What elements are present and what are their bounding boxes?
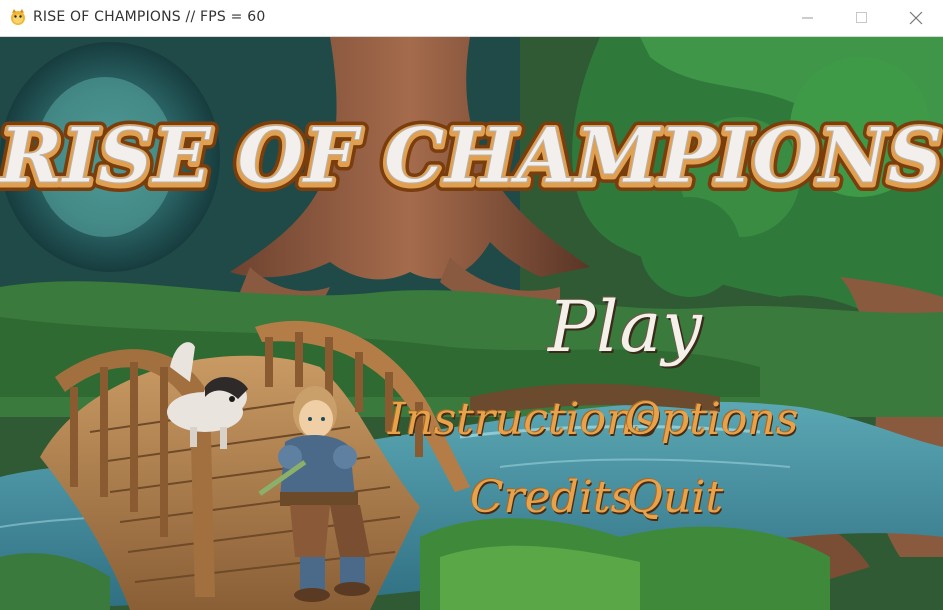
title-bar[interactable]: RISE OF CHAMPIONS // FPS = 60 [0, 0, 943, 37]
close-button[interactable] [889, 0, 943, 36]
play-button[interactable]: Play [548, 282, 708, 372]
instructions-button[interactable]: Instructions [388, 392, 657, 448]
window-title: RISE OF CHAMPIONS // FPS = 60 [33, 9, 266, 25]
close-icon [909, 11, 923, 25]
maximize-icon [856, 12, 867, 23]
minimize-icon [802, 17, 813, 19]
options-button[interactable]: Options [625, 392, 798, 448]
game-title-text: RISE OF CHAMPIONS [0, 111, 943, 200]
minimize-button[interactable] [781, 0, 835, 36]
credits-button[interactable]: Credits [470, 470, 633, 526]
maximize-button[interactable] [835, 0, 889, 36]
game-title-logo: RISE OF CHAMPIONS RISE OF CHAMPIONS RISE… [0, 82, 943, 232]
quit-button[interactable]: Quit [627, 470, 723, 526]
game-window: RISE OF CHAMPIONS // FPS = 60 RISE OF CH… [0, 0, 943, 610]
python-game-icon [9, 8, 27, 26]
